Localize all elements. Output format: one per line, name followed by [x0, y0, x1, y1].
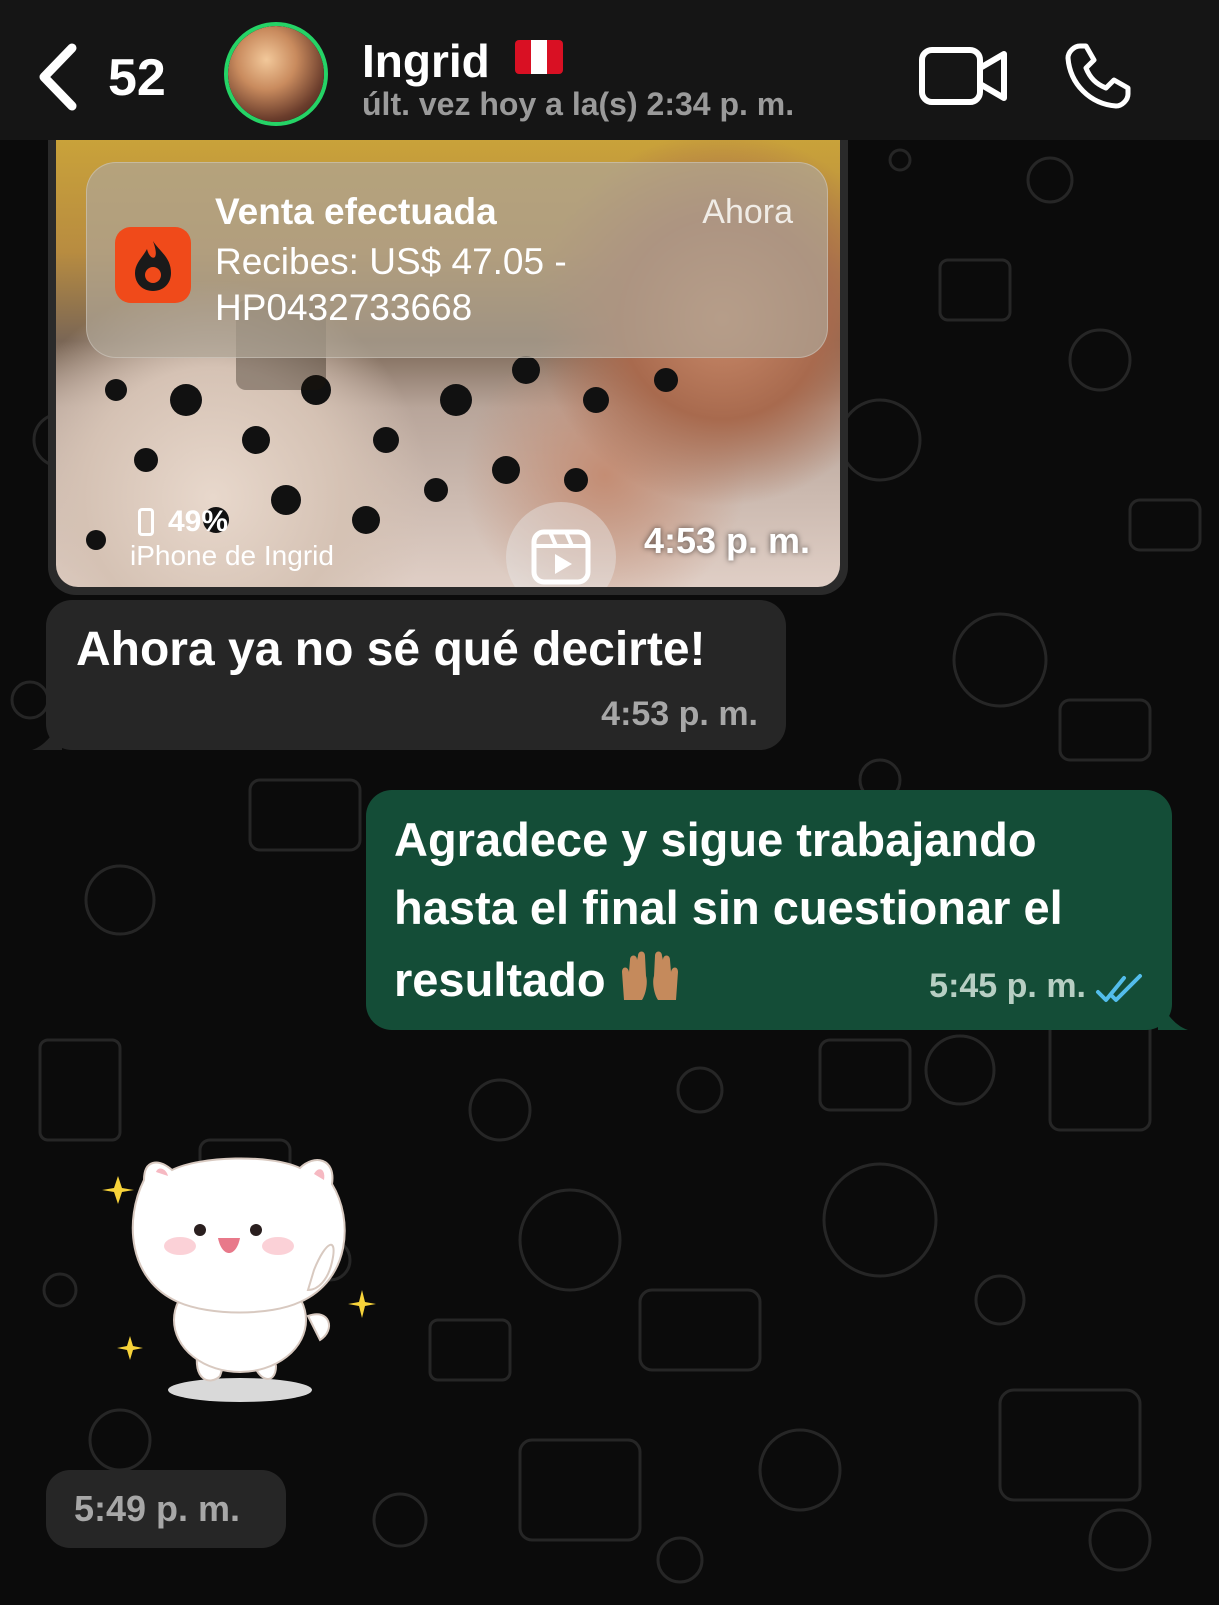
hotmart-flame-icon: [115, 227, 191, 303]
contact-name[interactable]: Ingrid: [362, 34, 490, 88]
battery-percent: 49%: [168, 505, 229, 538]
message-line-3: resultado: [394, 946, 682, 1007]
notification-body-line2: HP0432733668: [215, 287, 473, 328]
media-photo[interactable]: Venta efectuada Ahora Recibes: US$ 47.05…: [56, 140, 840, 587]
raising-hands-emoji: [621, 951, 678, 1000]
message-line-2: hasta el final sin cuestionar el: [394, 881, 1063, 934]
incoming-message[interactable]: Ahora ya no sé qué decirte! 4:53 p. m.: [32, 600, 786, 750]
media-message[interactable]: Venta efectuada Ahora Recibes: US$ 47.05…: [48, 140, 848, 595]
notification-title: Venta efectuada: [215, 191, 497, 232]
sale-notification: Venta efectuada Ahora Recibes: US$ 47.05…: [86, 162, 828, 358]
message-text: Ahora ya no sé qué decirte!: [76, 623, 706, 676]
reel-play-icon[interactable]: [506, 502, 616, 587]
last-seen-status: últ. vez hoy a la(s) 2:34 p. m.: [362, 86, 795, 122]
device-name: iPhone de Ingrid: [130, 540, 334, 571]
battery-icon: [138, 508, 154, 536]
message-line-1: Agradece y sigue trabajando: [394, 813, 1037, 866]
peru-flag-icon: [515, 40, 563, 74]
message-time: 4:53 p. m.: [601, 695, 758, 733]
message-time: 5:49 p. m.: [74, 1488, 241, 1529]
unread-count[interactable]: 52: [108, 48, 166, 108]
notification-time: Ahora: [702, 193, 793, 231]
sticker-time-badge: 5:49 p. m.: [46, 1470, 286, 1548]
avatar-photo: [228, 26, 324, 122]
battery-status: 49%: [138, 504, 228, 540]
bubble-tail: [1158, 1000, 1188, 1030]
bubble-tail: [32, 720, 62, 750]
message-time: 4:53 p. m.: [643, 520, 810, 561]
white-cat-sticker[interactable]: [100, 1140, 380, 1410]
video-camera-icon[interactable]: [918, 44, 1008, 108]
message-line-3-text: resultado: [394, 953, 606, 1006]
back-chevron-icon[interactable]: [34, 42, 84, 112]
avatar[interactable]: [224, 22, 328, 126]
double-check-icon: [1096, 974, 1142, 1002]
outgoing-message[interactable]: Agradece y sigue trabajando hasta el fin…: [366, 790, 1188, 1030]
chat-header: 52 Ingrid últ. vez hoy a la(s) 2:34 p. m…: [0, 0, 1219, 140]
notification-body-line1: Recibes: US$ 47.05 -: [215, 241, 567, 282]
message-time: 5:45 p. m.: [929, 967, 1086, 1005]
phone-icon[interactable]: [1062, 40, 1134, 112]
